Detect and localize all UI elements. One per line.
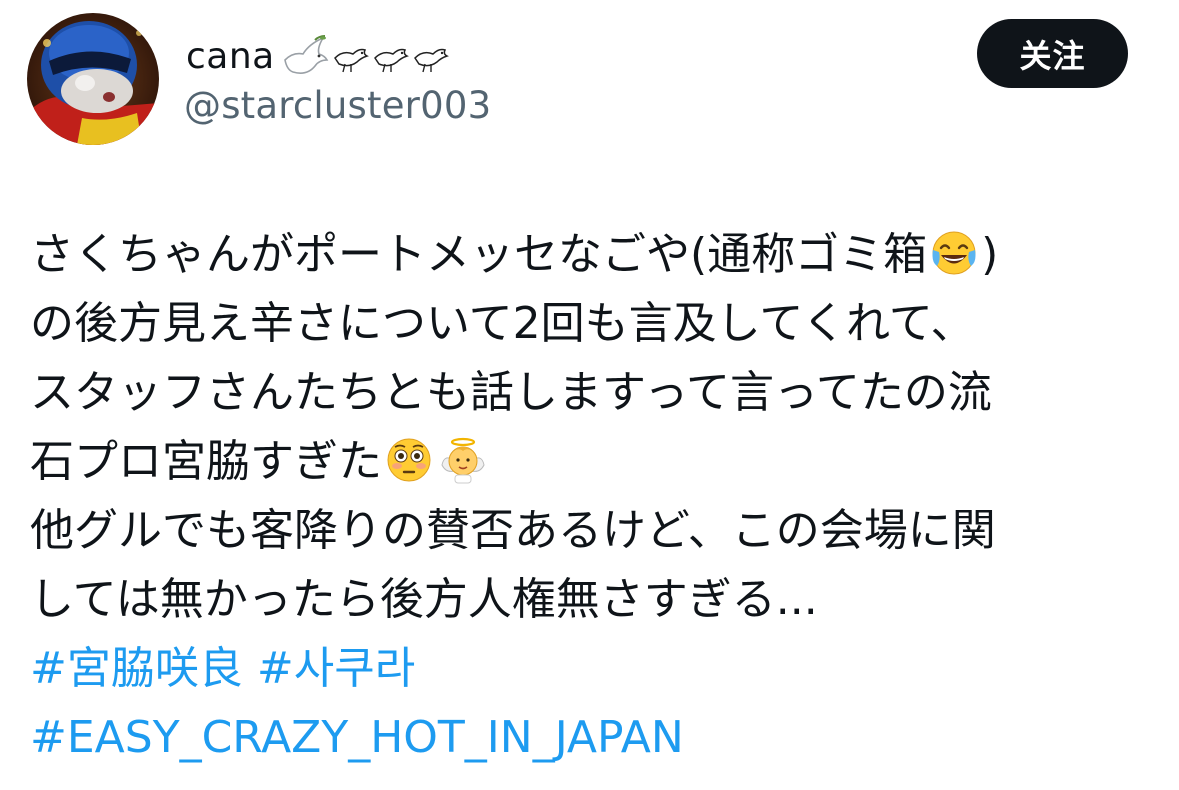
author-name-row[interactable]: cana — [186, 30, 451, 82]
hashtag-line: #宮脇咲良 #사쿠라 — [30, 634, 1160, 703]
tweet-text: さくちゃんがポートメッセなごや(通称ゴミ箱 ) の後方見え辛さについて2回も言及… — [30, 220, 1160, 772]
hashtag-link[interactable]: #사쿠라 — [257, 643, 415, 694]
tweet-line: の後方見え辛さについて2回も言及してくれて、 — [30, 298, 975, 349]
avatar-image — [27, 13, 159, 145]
follow-button[interactable]: 关注 — [977, 19, 1128, 88]
tweet-line: しては無かったら後方人権無さすぎる... — [30, 574, 818, 625]
author-handle[interactable]: @starcluster003 — [184, 84, 491, 127]
tweet-text-segment: さくちゃんがポートメッセなごや(通称ゴミ箱 — [30, 229, 928, 280]
tweet-text-segment: ) — [981, 229, 999, 280]
author-display-name[interactable]: cana — [186, 36, 275, 77]
name-emoji-group — [279, 30, 451, 82]
tweet-line: スタッフさんたちとも話しますって言ってたの流 — [30, 367, 992, 418]
bird-icon — [373, 48, 409, 73]
dove-icon — [283, 35, 329, 74]
tweet-text-segment: 石プロ宮脇すぎた — [30, 436, 382, 487]
bird-icon — [413, 48, 449, 73]
avatar[interactable] — [27, 13, 159, 145]
hashtag-line: #EASY_CRAZY_HOT_IN_JAPAN — [30, 703, 1160, 772]
tears-of-joy-icon — [929, 228, 979, 278]
tweet-line: 他グルでも客降りの賛否あるけど、この会場に関 — [30, 505, 996, 556]
baby-angel-icon — [438, 435, 488, 485]
bird-icon — [333, 48, 369, 73]
hashtag-link[interactable]: #EASY_CRAZY_HOT_IN_JAPAN — [30, 712, 684, 763]
tweet-line: さくちゃんがポートメッセなごや(通称ゴミ箱 ) — [30, 220, 1160, 289]
tweet-line: 石プロ宮脇すぎた — [30, 427, 1160, 496]
hashtag-link[interactable]: #宮脇咲良 — [30, 643, 243, 694]
flushed-face-icon — [384, 435, 434, 485]
